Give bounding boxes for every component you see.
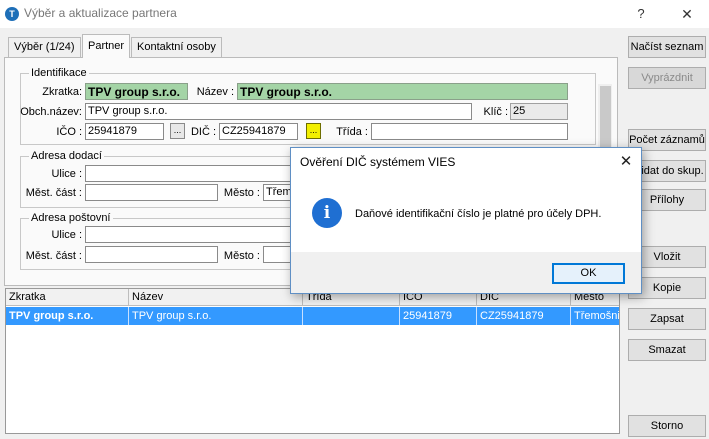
info-icon: i [312,198,342,228]
column-header-zkratka[interactable]: Zkratka [6,289,129,306]
table-cell-ico[interactable]: 25941879 [400,307,477,325]
dialog-close-button[interactable]: ✕ [615,152,637,172]
partner-grid[interactable]: Zkratka Název Třída IČO DIČ Město TPV gr… [5,288,620,434]
ico-field[interactable]: 25941879 [85,123,164,140]
tab-partner[interactable]: Partner [82,34,131,58]
dodaci-mest-cast-field[interactable] [85,184,218,201]
storno-button[interactable]: Storno [628,415,706,437]
table-cell-trida[interactable] [303,307,400,325]
dic-field[interactable]: CZ25941879 [219,123,298,140]
dic-vies-check-button[interactable]: ... [306,123,321,139]
nacist-seznam-button[interactable]: Načíst seznam [628,36,706,58]
panel-scrollbar-thumb[interactable] [600,86,611,156]
postovni-ulice-field[interactable] [85,226,295,243]
zkratka-label: Zkratka: [42,86,82,98]
ico-label: IČO : [56,126,82,138]
adresa-postovni-legend: Adresa poštovní [29,212,113,224]
postovni-mesto-label: Město : [223,250,260,262]
dialog-title: Ověření DIČ systémem VIES [300,155,456,169]
klic-label: Klíč : [483,106,508,118]
dic-label: DIČ : [190,126,216,138]
postovni-mest-cast-label: Měst. část : [25,250,82,262]
dialog-message: Daňové identifikační číslo je platné pro… [355,208,602,220]
column-header-nazev[interactable]: Název [129,289,303,306]
app-icon: T [5,7,19,21]
window-close-button[interactable]: ✕ [676,4,698,24]
window-title: Výběr a aktualizace partnera [24,6,177,20]
obch-nazev-field[interactable]: TPV group s.r.o. [85,103,472,120]
smazat-button[interactable]: Smazat [628,339,706,361]
dodaci-mesto-label: Město : [223,187,260,199]
postovni-mest-cast-field[interactable] [85,246,218,263]
table-cell-mesto[interactable]: Třemošnice [571,307,619,325]
dodaci-mest-cast-label: Měst. část : [25,187,82,199]
adresa-dodaci-legend: Adresa dodací [29,150,104,162]
trida-field[interactable] [371,123,568,140]
nazev-field[interactable]: TPV group s.r.o. [237,83,568,100]
tab-kontaktni-osoby[interactable]: Kontaktní osoby [131,37,222,57]
dodaci-ulice-label: Ulice : [51,168,82,180]
trida-label: Třída : [336,126,368,138]
postovni-ulice-label: Ulice : [51,229,82,241]
vyprazdnit-button[interactable]: Vyprázdnit [628,67,706,89]
ico-lookup-button[interactable]: ... [170,123,185,139]
zkratka-field[interactable]: TPV group s.r.o. [85,83,188,100]
nazev-label: Název : [196,86,234,98]
table-cell-nazev[interactable]: TPV group s.r.o. [129,307,303,325]
obch-nazev-label: Obch.název: [20,106,82,118]
zapsat-button[interactable]: Zapsat [628,308,706,330]
table-cell-zkratka[interactable]: TPV group s.r.o. [6,307,129,325]
vies-dialog: Ověření DIČ systémem VIES ✕ i Daňové ide… [290,147,642,294]
table-cell-dic[interactable]: CZ25941879 [477,307,571,325]
klic-field: 25 [510,103,568,120]
dodaci-ulice-field[interactable] [85,165,295,182]
identifikace-legend: Identifikace [29,67,89,79]
tab-vyber[interactable]: Výběr (1/24) [8,37,81,57]
help-button[interactable]: ? [630,4,652,24]
ok-button[interactable]: OK [552,263,625,284]
